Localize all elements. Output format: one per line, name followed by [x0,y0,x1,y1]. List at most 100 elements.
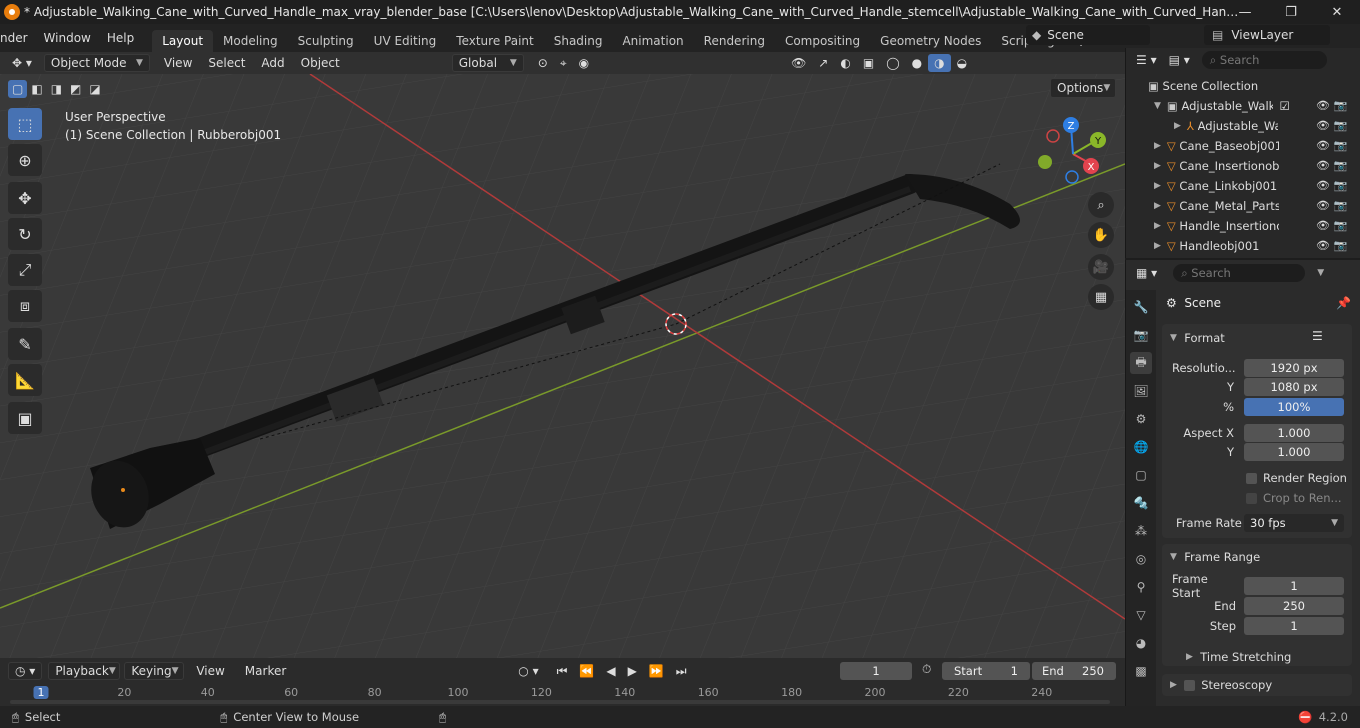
presets-list-icon[interactable]: ☰ [1312,329,1323,343]
checkbox-icon[interactable]: ☑ [1279,99,1289,113]
jump-end-icon[interactable]: ⏭ [670,662,693,680]
select-extend-icon[interactable]: ◧ [27,80,46,98]
tab-geometry-nodes[interactable]: Geometry Nodes [870,30,991,52]
navigation-gizmo[interactable]: Z Y X [1035,114,1115,194]
resolution-percent-field[interactable]: 100% [1244,398,1344,416]
jump-keyframe-back-icon[interactable]: ⏪ [573,662,600,680]
scene-selector[interactable]: ◆ Scene [1026,25,1150,45]
timeline-ruler[interactable]: 1 20 40 60 80 100 120 140 160 180 200 220 240 [0,686,1125,700]
transform-tool-icon[interactable]: ⧈ [8,290,42,322]
stereoscopy-header[interactable]: ▶ Stereoscopy [1170,676,1272,694]
eye-icon[interactable]: 👁 📷 [1316,236,1356,256]
outliner-row-scene-collection[interactable]: ▣ Scene Collection [1126,76,1360,96]
add-cube-tool-icon[interactable]: ▣ [8,402,42,434]
transform-orientation-dropdown[interactable]: Global ▼ [451,54,524,72]
constraints-tab-icon[interactable]: ⚲ [1130,576,1152,598]
move-tool-icon[interactable]: ✥ [8,182,42,214]
pin-icon[interactable]: 📌 [1336,296,1351,310]
menu-window[interactable]: Window [36,24,99,52]
mode-dropdown[interactable]: Object Mode ▼ [43,54,150,72]
crop-checkbox[interactable]: Crop to Ren... [1246,489,1342,507]
zoom-icon[interactable]: ⌕ [1088,192,1114,218]
menu-add[interactable]: Add [255,54,290,72]
physics-tab-icon[interactable]: ◎ [1130,548,1152,570]
ortho-grid-icon[interactable]: ▦ [1088,284,1114,310]
frame-range-header[interactable]: ▼ Frame Range [1170,548,1260,566]
timeline-editor-icon[interactable]: ◷ ▾ [8,662,43,680]
snap-icon[interactable]: ⌖ [554,54,573,72]
select-new-icon[interactable]: ▢ [8,80,28,98]
play-icon[interactable]: ▶ [622,662,643,680]
tool-tab-icon[interactable]: 🔧 [1130,296,1152,318]
select-subtract-icon[interactable]: ◨ [47,80,66,98]
aspect-y-field[interactable]: 1.000 [1244,443,1344,461]
menu-object[interactable]: Object [295,54,346,72]
tab-compositing[interactable]: Compositing [775,30,870,52]
menu-help[interactable]: Help [99,24,142,52]
eye-icon[interactable]: 👁 📷 [1316,116,1356,136]
cursor-tool-icon[interactable]: ⊕ [8,144,42,176]
modifier-tab-icon[interactable]: 🔩 [1130,492,1152,514]
timeline-view-menu[interactable]: View [190,662,230,680]
tab-uv-editing[interactable]: UV Editing [364,30,447,52]
rotate-tool-icon[interactable]: ↻ [8,218,42,250]
resolution-y-field[interactable]: 1080 px [1244,378,1344,396]
eye-icon[interactable]: 👁 📷 [1316,176,1356,196]
maximize-button[interactable]: ❐ [1268,0,1314,24]
tab-texture-paint[interactable]: Texture Paint [446,30,543,52]
properties-search[interactable]: ⌕ Search [1173,264,1306,282]
timeline-marker-menu[interactable]: Marker [239,662,292,680]
eye-icon[interactable]: 👁 📷 [1316,96,1356,116]
shading-material-icon[interactable]: ◑ [928,54,951,72]
display-mode-icon[interactable]: ▤ ▾ [1163,51,1196,69]
object-tab-icon[interactable]: ▢ [1130,464,1152,486]
chevron-down-icon[interactable]: ▼ [1317,268,1324,278]
editor-type-icon[interactable]: ✥ ▾ [6,54,38,72]
pan-hand-icon[interactable]: ✋ [1088,222,1114,248]
render-region-checkbox[interactable]: Render Region [1246,469,1347,487]
data-tab-icon[interactable]: ▽ [1130,604,1152,626]
eye-icon[interactable]: 👁 📷 [1316,156,1356,176]
jump-start-icon[interactable]: ⏮ [551,662,574,680]
eye-icon[interactable]: 👁 📷 [1316,196,1356,216]
tab-layout[interactable]: Layout [152,30,214,52]
select-box-tool-icon[interactable]: ⬚ [8,108,42,140]
output-tab-icon[interactable]: 🖶 [1130,352,1152,374]
camera-view-icon[interactable]: 🎥 [1088,254,1114,280]
playback-dropdown[interactable]: Playback ▼ [48,662,121,680]
tab-animation[interactable]: Animation [612,30,693,52]
play-reverse-icon[interactable]: ◀ [600,662,621,680]
view-layer-tab-icon[interactable]: 🖼 [1130,380,1152,402]
shading-wireframe-icon[interactable]: ◯ [880,54,905,72]
annotate-tool-icon[interactable]: ✎ [8,328,42,360]
keying-dropdown[interactable]: Keying ▼ [124,662,185,680]
material-tab-icon[interactable]: ◕ [1130,632,1152,654]
particles-tab-icon[interactable]: ⁂ [1130,520,1152,542]
outliner-editor-icon[interactable]: ☰ ▾ [1130,51,1163,69]
measure-tool-icon[interactable]: 📐 [8,364,42,396]
properties-editor-icon[interactable]: ▦ ▾ [1130,264,1163,282]
start-frame-field[interactable]: Start 1 [942,662,1030,680]
shading-solid-icon[interactable]: ● [906,54,928,72]
timeline-scrollbar[interactable] [10,700,1110,704]
proportional-edit-icon[interactable]: ◉ [573,54,595,72]
pivot-icon[interactable]: ⊙ [532,54,554,72]
menu-render[interactable]: nder [0,24,36,52]
end-frame-field[interactable]: End 250 [1032,662,1116,680]
resolution-x-field[interactable]: 1920 px [1244,359,1344,377]
aspect-x-field[interactable]: 1.000 [1244,424,1344,442]
tab-sculpting[interactable]: Sculpting [288,30,364,52]
eye-icon[interactable]: 👁 📷 [1316,136,1356,156]
3d-viewport[interactable]: ▢ ◧ ◨ ◩ ◪ User Perspective (1) Scene Col… [0,74,1125,658]
gizmo-toggle-icon[interactable]: ↗ [812,54,834,72]
shading-rendered-icon[interactable]: ◒ [951,54,973,72]
overlays-icon[interactable]: ◐ [834,54,856,72]
tab-modeling[interactable]: Modeling [213,30,288,52]
select-intersect-icon[interactable]: ◪ [85,80,104,98]
select-invert-icon[interactable]: ◩ [66,80,85,98]
format-header[interactable]: ▼ Format [1170,329,1225,347]
tab-rendering[interactable]: Rendering [694,30,775,52]
jump-keyframe-forward-icon[interactable]: ⏩ [643,662,670,680]
time-stretching-header[interactable]: ▶ Time Stretching [1186,648,1291,666]
frame-rate-dropdown[interactable]: 30 fps ▼ [1244,514,1344,532]
